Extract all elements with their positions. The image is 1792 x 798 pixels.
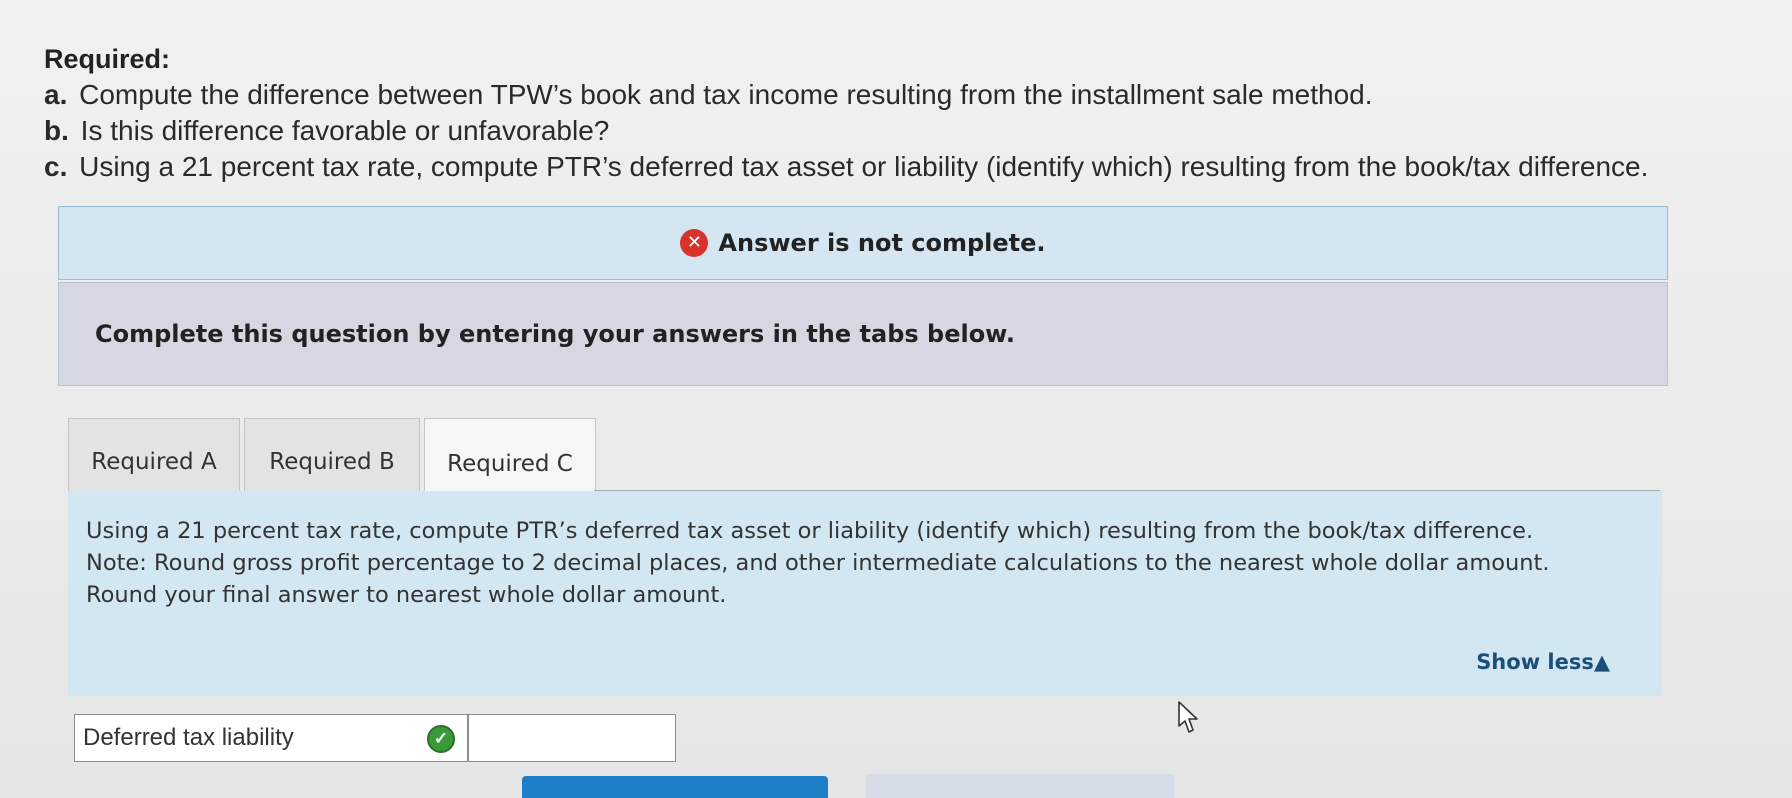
required-item-a: a. Compute the difference between TPW’s … [44,77,1764,113]
required-item-b-text: Is this difference favorable or unfavora… [80,115,610,146]
answer-row: Deferred tax liability ✓ [74,714,676,762]
required-item-b: b. Is this difference favorable or unfav… [44,113,1764,149]
required-section: Required: a. Compute the difference betw… [44,44,1764,185]
required-title: Required: [44,44,171,74]
deferred-tax-type-select[interactable]: Deferred tax liability ✓ [74,714,468,762]
prev-button[interactable] [522,776,828,798]
show-less-link[interactable]: Show less▲ [1476,650,1610,674]
answer-status-banner: ✕ Answer is not complete. [58,206,1668,280]
x-circle-icon: ✕ [680,229,709,257]
required-item-c-text: Using a 21 percent tax rate, compute PTR… [79,151,1649,182]
instruction-bar: Complete this question by entering your … [58,282,1668,386]
required-item-c-tag: c. [44,151,68,182]
instruction-text: Complete this question by entering your … [95,320,1015,348]
rounding-note: Note: Round gross profit percentage to 2… [86,550,1550,608]
check-circle-icon: ✓ [427,725,455,753]
required-item-b-tag: b. [44,115,69,146]
question-panel: Using a 21 percent tax rate, compute PTR… [68,491,1662,696]
tab-required-a-label: Required A [91,449,217,475]
deferred-tax-type-value: Deferred tax liability [83,724,294,751]
tab-required-b-label: Required B [269,449,395,475]
tab-required-c-label: Required C [447,450,573,477]
deferred-tax-amount-input[interactable] [468,714,676,762]
mouse-pointer-icon [1178,701,1198,733]
question-text: Using a 21 percent tax rate, compute PTR… [86,518,1534,544]
required-item-c: c. Using a 21 percent tax rate, compute … [44,149,1764,185]
next-button[interactable] [866,774,1174,798]
required-item-a-text: Compute the difference between TPW’s boo… [79,79,1373,110]
required-item-a-tag: a. [44,79,68,110]
answer-status-text: Answer is not complete. [718,229,1046,257]
